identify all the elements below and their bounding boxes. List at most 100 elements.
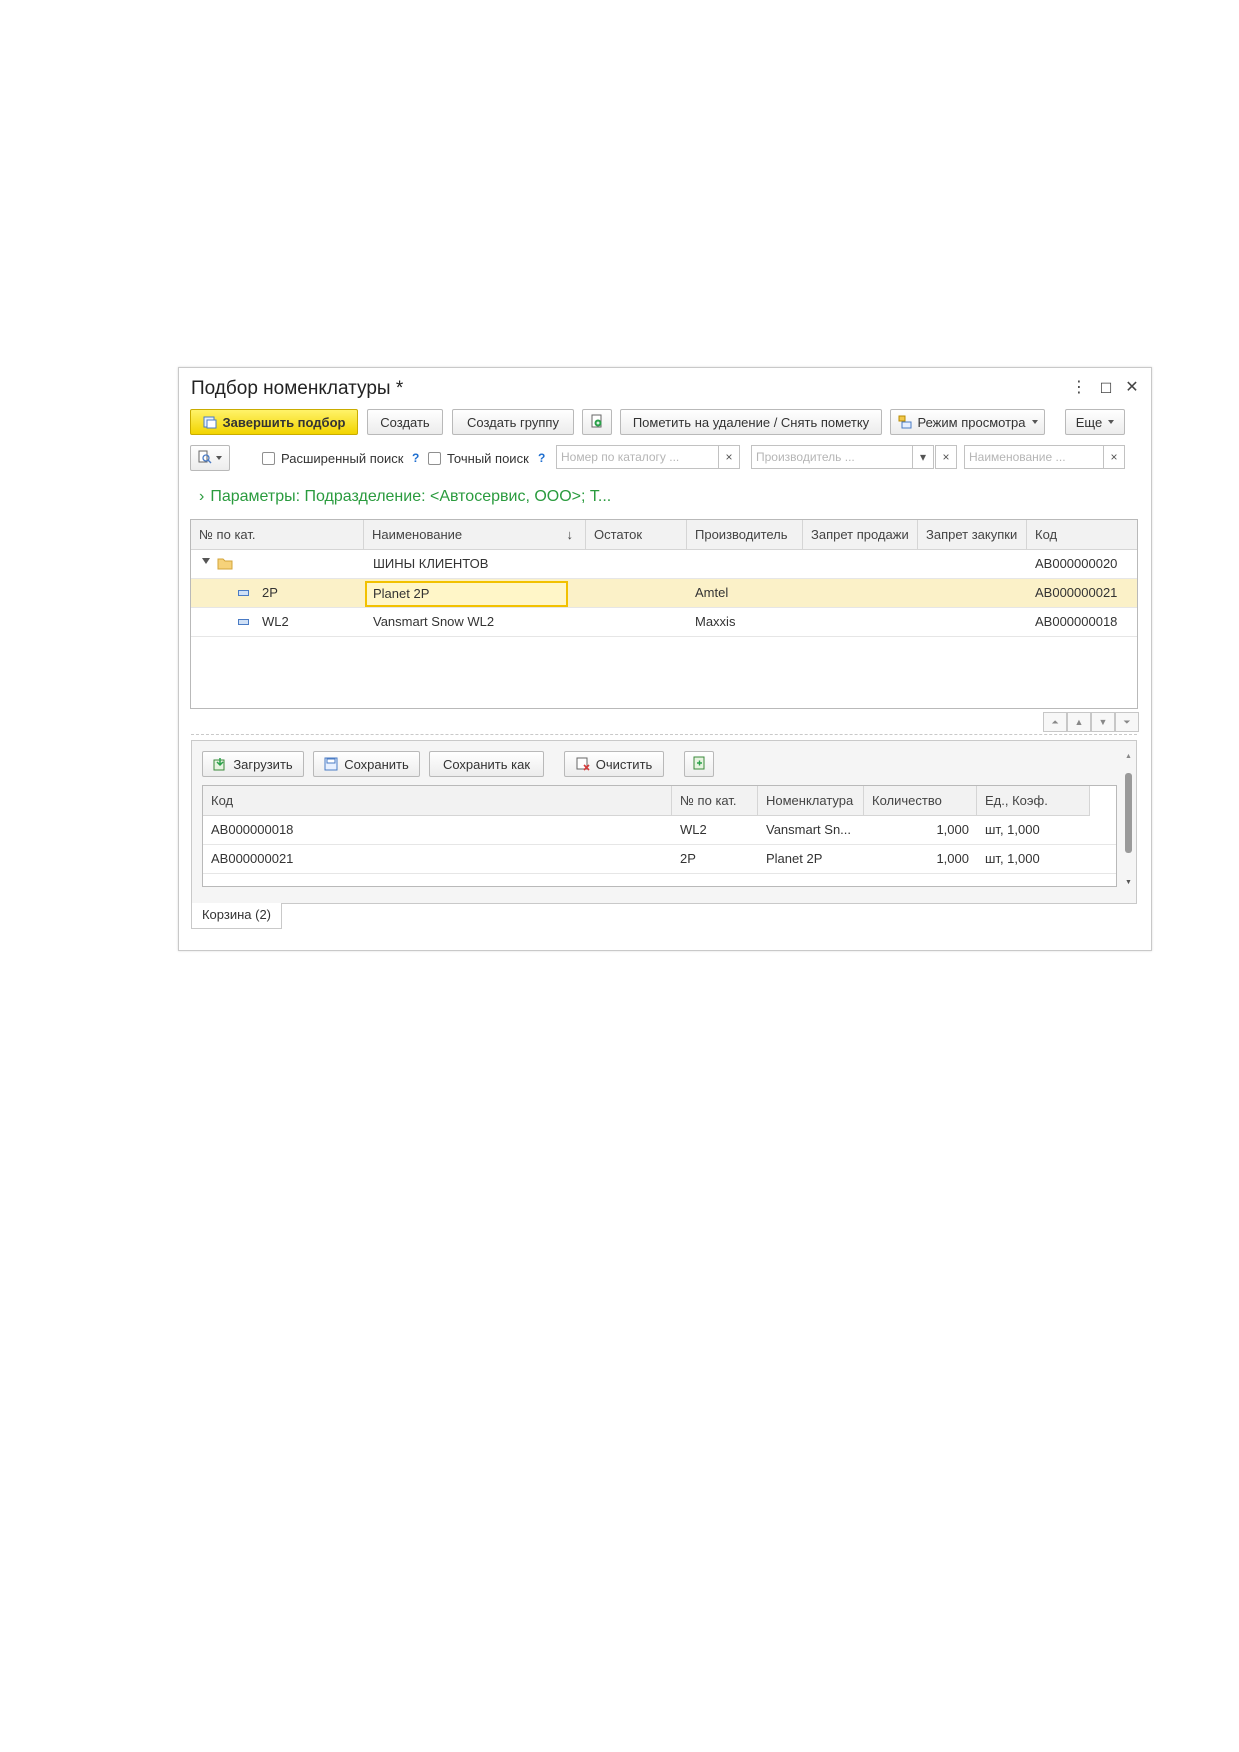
clear-icon (576, 757, 590, 771)
group-code: АВ000000020 (1035, 556, 1118, 571)
column-header-code[interactable]: Код (1027, 520, 1137, 550)
search-settings-button[interactable] (190, 445, 230, 471)
cart-table: Код № по кат. Номенклатура Количество Ед… (202, 785, 1117, 887)
catalog-clear-icon[interactable]: × (718, 445, 740, 469)
expand-arrow-icon[interactable] (202, 558, 210, 564)
copy-button[interactable] (582, 409, 612, 435)
exact-search-checkbox[interactable] (428, 452, 441, 465)
finish-selection-button[interactable]: Завершить подбор (190, 409, 358, 435)
manufacturer-field[interactable]: Производитель ... (751, 445, 913, 469)
advanced-search-help-icon[interactable]: ? (412, 451, 419, 465)
cart-row-quantity: 1,000 (936, 822, 969, 837)
export-icon (692, 756, 706, 773)
chevron-down-icon (1108, 420, 1115, 424)
window-title: Подбор номенклатуры * (191, 378, 404, 399)
row-name-cell-focused[interactable]: Planet 2P (365, 581, 568, 607)
view-mode-button[interactable]: Режим просмотра (890, 409, 1045, 435)
table-row[interactable]: 2P Planet 2P Amtel АВ000000021 (191, 579, 1137, 608)
manufacturer-dropdown-icon[interactable]: ▾ (912, 445, 934, 469)
column-header-catalog[interactable]: № по кат. (191, 520, 364, 550)
row-manufacturer: Amtel (695, 585, 729, 600)
group-name: ШИНЫ КЛИЕНТОВ (373, 556, 489, 571)
nav-up-icon[interactable]: ▲ (1067, 712, 1091, 732)
nav-first-icon[interactable]: ⏶ (1043, 712, 1067, 732)
row-catalog: 2P (262, 585, 278, 600)
nav-down-icon[interactable]: ▼ (1091, 712, 1115, 732)
view-mode-icon (898, 415, 912, 429)
tab-cart[interactable]: Корзина (2) (191, 903, 282, 929)
row-code: АВ000000021 (1035, 585, 1118, 600)
chevron-down-icon (216, 456, 222, 460)
row-code: АВ000000018 (1035, 614, 1118, 629)
mark-delete-button[interactable]: Пометить на удаление / Снять пометку (620, 409, 882, 435)
table-row[interactable]: WL2 Vansmart Snow WL2 Maxxis АВ000000018 (191, 608, 1137, 637)
more-button[interactable]: Еще (1065, 409, 1125, 435)
exact-search-label: Точный поиск (447, 451, 529, 466)
export-button[interactable] (684, 751, 714, 777)
selection-window: Подбор номенклатуры * ⋮ ☐ ✕ Завершить по… (178, 367, 1152, 951)
parameters-text: Параметры: Подразделение: <Автосервис, О… (210, 488, 612, 505)
scroll-down-icon[interactable]: ▼ (1125, 879, 1132, 886)
cart-row-catalog: WL2 (680, 822, 707, 837)
catalog-number-field[interactable]: Номер по каталогу ... (556, 445, 719, 469)
cart-column-unit[interactable]: Ед., Коэф. (977, 786, 1090, 816)
parameters-link[interactable]: › Параметры: Подразделение: <Автосервис, … (199, 488, 611, 506)
save-label: Сохранить (344, 756, 409, 772)
cart-row[interactable]: АВ000000021 2P Planet 2P 1,000 шт, 1,000 (203, 845, 1116, 874)
window-menu-icon[interactable]: ⋮ (1067, 376, 1091, 400)
cart-column-catalog[interactable]: № по кат. (672, 786, 758, 816)
row-catalog: WL2 (262, 614, 289, 629)
save-as-button[interactable]: Сохранить как (429, 751, 544, 777)
exact-search-help-icon[interactable]: ? (538, 451, 545, 465)
load-icon (213, 757, 227, 771)
nomenclature-table: № по кат. Наименование ↓ Остаток Произво… (190, 519, 1138, 709)
cart-row-catalog: 2P (680, 851, 696, 866)
advanced-search-checkbox[interactable] (262, 452, 275, 465)
nav-last-icon[interactable]: ⏷ (1115, 712, 1139, 732)
row-name: Vansmart Snow WL2 (373, 614, 495, 629)
column-header-name[interactable]: Наименование ↓ (364, 520, 586, 550)
cart-scrollbar[interactable]: ▲ ▼ (1124, 753, 1133, 893)
clear-label: Очистить (595, 756, 653, 772)
cart-column-quantity[interactable]: Количество (864, 786, 977, 816)
table-group-row[interactable]: ШИНЫ КЛИЕНТОВ АВ000000020 (191, 550, 1137, 579)
maximize-icon[interactable]: ☐ (1094, 376, 1118, 400)
cart-row[interactable]: АВ000000018 WL2 Vansmart Sn... 1,000 шт,… (203, 816, 1116, 845)
clear-button[interactable]: Очистить (564, 751, 664, 777)
name-search-field[interactable]: Наименование ... (964, 445, 1104, 469)
name-clear-icon[interactable]: × (1103, 445, 1125, 469)
scroll-up-icon[interactable]: ▲ (1125, 753, 1132, 760)
cart-row-unit: шт, 1,000 (985, 851, 1040, 866)
cart-row-item: Vansmart Sn... (766, 822, 852, 837)
item-icon (238, 619, 249, 625)
splitter[interactable] (191, 734, 1137, 735)
create-group-button[interactable]: Создать группу (452, 409, 574, 435)
folder-icon (217, 557, 233, 573)
cart-column-item[interactable]: Номенклатура (758, 786, 864, 816)
column-header-manufacturer[interactable]: Производитель (687, 520, 803, 550)
chevron-down-icon (1031, 420, 1038, 424)
manufacturer-clear-icon[interactable]: × (935, 445, 957, 469)
column-header-name-label: Наименование (372, 527, 463, 542)
save-icon (324, 757, 338, 771)
close-icon[interactable]: ✕ (1120, 376, 1144, 400)
cart-row-code: АВ000000018 (211, 822, 294, 837)
advanced-search-label: Расширенный поиск (281, 451, 404, 466)
row-manufacturer: Maxxis (695, 614, 736, 629)
save-button[interactable]: Сохранить (313, 751, 420, 777)
load-label: Загрузить (233, 756, 293, 772)
cart-row-item: Planet 2P (766, 851, 823, 866)
more-label: Еще (1075, 414, 1103, 430)
create-button[interactable]: Создать (367, 409, 443, 435)
search-settings-icon (198, 450, 212, 467)
cart-row-code: АВ000000021 (211, 851, 294, 866)
column-header-no-sale[interactable]: Запрет продажи (803, 520, 918, 550)
item-icon (238, 590, 249, 596)
cart-column-code[interactable]: Код (203, 786, 672, 816)
column-header-no-purchase[interactable]: Запрет закупки (918, 520, 1027, 550)
scroll-thumb[interactable] (1125, 773, 1132, 853)
column-header-stock[interactable]: Остаток (586, 520, 687, 550)
sort-arrow-icon: ↓ (566, 527, 574, 542)
load-button[interactable]: Загрузить (202, 751, 304, 777)
copy-icon (590, 414, 604, 431)
